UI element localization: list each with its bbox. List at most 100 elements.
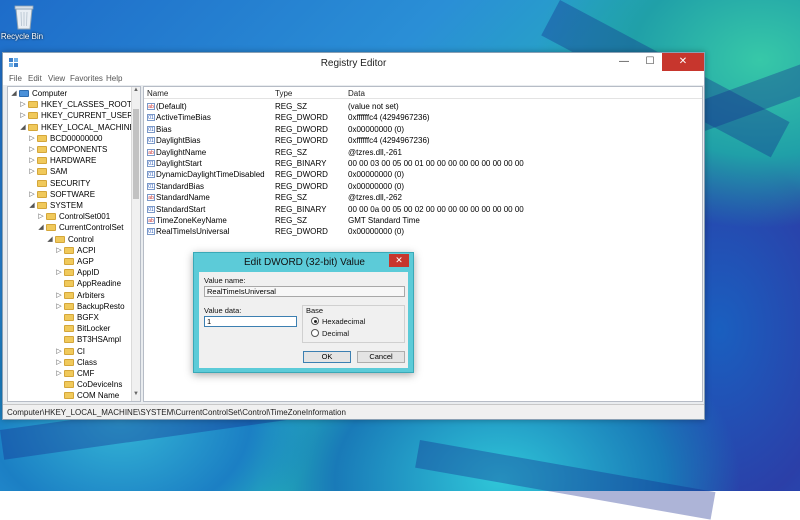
scroll-up-icon[interactable]: ▲ [132, 87, 140, 95]
tree-item[interactable]: ▷ AppID [8, 267, 132, 278]
minimize-button[interactable]: — [611, 53, 637, 71]
expand-arrow-icon[interactable]: ◢ [37, 222, 45, 233]
value-row[interactable]: ab DaylightName REG_SZ @tzres.dll,-261 [144, 147, 702, 158]
tree-item[interactable]: ▷ COMPONENTS [8, 144, 132, 155]
value-row[interactable]: 01 Bias REG_DWORD 0x00000000 (0) [144, 124, 702, 135]
expand-arrow-icon[interactable]: ◢ [28, 200, 36, 211]
tree-item-label: AGP [77, 257, 94, 266]
tree-item[interactable]: ▷ HKEY_CURRENT_USER [8, 110, 134, 121]
expand-arrow-icon[interactable]: ▷ [19, 110, 27, 121]
tree-item[interactable]: BT3HSAmpl [8, 334, 132, 345]
expand-arrow-icon[interactable]: ▷ [28, 189, 36, 200]
close-button[interactable]: ✕ [662, 53, 704, 71]
column-header-data[interactable]: Data [348, 89, 365, 98]
value-name: DynamicDaylightTimeDisabled [156, 170, 265, 180]
menu-help[interactable]: Help [106, 74, 122, 83]
tree-item[interactable]: ▷ SAM [8, 166, 132, 177]
expand-arrow-icon[interactable]: ▷ [55, 357, 63, 368]
expand-arrow-icon[interactable]: ◢ [10, 88, 18, 99]
value-row[interactable]: 01 DaylightBias REG_DWORD 0xffffffc4 (42949… [144, 135, 702, 146]
tree-item[interactable]: AGP [8, 256, 132, 267]
expand-arrow-icon[interactable]: ▷ [28, 133, 36, 144]
computer-icon [19, 90, 29, 97]
tree-item[interactable]: ▷ ACPI [8, 245, 132, 256]
column-header-type[interactable]: Type [275, 89, 292, 98]
tree-item[interactable]: ▷ CI [8, 346, 132, 357]
maximize-button[interactable]: ☐ [637, 53, 663, 71]
menu-favorites[interactable]: Favorites [70, 74, 103, 83]
dialog-close-button[interactable]: ✕ [389, 254, 409, 267]
tree-item[interactable]: ◢ CurrentControlSet [8, 222, 132, 233]
expand-arrow-icon[interactable]: ▷ [28, 144, 36, 155]
value-row[interactable]: ab TimeZoneKeyName REG_SZ GMT Standard Time [144, 215, 702, 226]
base-label: Base [306, 306, 324, 315]
hexadecimal-label[interactable]: Hexadecimal [322, 317, 365, 326]
value-row[interactable]: 01 RealTimeIsUniversal REG_DWORD 0x00000000… [144, 226, 702, 237]
tree-item[interactable]: ▷ Arbiters [8, 290, 132, 301]
value-name-field[interactable]: RealTimeIsUniversal [204, 286, 405, 297]
menu-file[interactable]: File [9, 74, 22, 83]
expand-arrow-icon[interactable]: ▷ [28, 166, 36, 177]
tree-item[interactable]: ▷ BackupResto [8, 301, 132, 312]
expand-arrow-icon[interactable]: ▷ [55, 368, 63, 379]
scroll-down-icon[interactable]: ▼ [132, 391, 140, 399]
menu-edit[interactable]: Edit [28, 74, 42, 83]
tree-item[interactable]: ◢ Control [8, 234, 132, 245]
expand-arrow-icon[interactable]: ◢ [19, 122, 27, 133]
tree-item[interactable]: ▷ HARDWARE [8, 155, 132, 166]
binary-value-icon: 01 [147, 137, 155, 145]
tree-item[interactable]: ◢ Computer [8, 88, 132, 99]
expand-arrow-icon[interactable]: ▷ [55, 290, 63, 301]
value-row[interactable]: ab (Default) REG_SZ (value not set) [144, 101, 702, 112]
tree-item-label: HKEY_CURRENT_USER [41, 111, 134, 121]
value-row[interactable]: 01 DynamicDaylightTimeDisabled REG_DWORD 0x… [144, 169, 702, 180]
tree-item[interactable]: ▷ ControlSet001 [8, 211, 132, 222]
expand-arrow-icon[interactable]: ◢ [46, 234, 54, 245]
value-row[interactable]: ab StandardName REG_SZ @tzres.dll,-262 [144, 192, 702, 203]
tree-item-label: ACPI [77, 245, 96, 255]
tree-item[interactable]: AppReadine [8, 278, 132, 289]
expand-arrow-icon[interactable]: ▷ [55, 267, 63, 278]
column-header-name[interactable]: Name [147, 89, 168, 98]
tree-item[interactable]: ▷ CMF [8, 368, 132, 379]
tree-item-label: SAM [50, 167, 68, 177]
tree-item[interactable]: ◢ HKEY_LOCAL_MACHINE [8, 122, 135, 133]
expand-arrow-icon[interactable]: ▷ [55, 245, 63, 256]
expand-arrow-icon[interactable]: ▷ [19, 99, 27, 110]
tree-item[interactable]: SECURITY [8, 178, 132, 189]
title-bar[interactable]: Registry Editor — ☐ ✕ [3, 53, 704, 73]
tree-item[interactable]: ▷ Class [8, 357, 132, 368]
tree-item[interactable]: ▷ SOFTWARE [8, 189, 132, 200]
tree-item[interactable]: ◢ SYSTEM [8, 200, 132, 211]
value-data-input[interactable]: 1 [204, 316, 297, 327]
expand-arrow-icon[interactable]: ▷ [55, 346, 63, 357]
value-type: REG_SZ [275, 193, 308, 203]
tree-item[interactable]: ▷ BCD00000000 [8, 133, 132, 144]
tree-scrollbar[interactable]: ▲ ▼ [131, 87, 140, 401]
tree-item[interactable]: ▷ HKEY_CLASSES_ROOT [8, 99, 132, 110]
decimal-radio[interactable] [311, 329, 319, 337]
value-name: StandardBias [156, 181, 205, 191]
tree-item[interactable]: BGFX [8, 312, 132, 323]
expand-arrow-icon[interactable]: ▷ [37, 211, 45, 222]
tree-item-label: ControlSet001 [59, 212, 111, 222]
folder-icon [64, 302, 74, 310]
ok-button[interactable]: OK [303, 351, 351, 363]
cancel-button[interactable]: Cancel [357, 351, 405, 363]
decimal-label[interactable]: Decimal [322, 329, 349, 338]
tree-item[interactable]: COM Name [8, 390, 132, 401]
tree-item[interactable]: CoDeviceIns [8, 379, 132, 390]
tree-item[interactable]: BitLocker [8, 323, 132, 334]
value-row[interactable]: 01 DaylightStart REG_BINARY 00 00 03 00 05 … [144, 158, 702, 169]
scroll-thumb[interactable] [133, 109, 139, 199]
hexadecimal-radio[interactable] [311, 317, 319, 325]
value-row[interactable]: 01 ActiveTimeBias REG_DWORD 0xffffffc4 (429… [144, 112, 702, 123]
expand-arrow-icon[interactable]: ▷ [55, 301, 63, 312]
menu-view[interactable]: View [48, 74, 65, 83]
folder-icon [37, 146, 47, 153]
expand-arrow-icon[interactable]: ▷ [28, 155, 36, 166]
value-row[interactable]: 01 StandardStart REG_BINARY 00 00 0a 00 05 … [144, 204, 702, 215]
value-row[interactable]: 01 StandardBias REG_DWORD 0x00000000 (0) [144, 181, 702, 192]
recycle-bin[interactable]: Recycle Bin [1, 4, 44, 41]
folder-icon [64, 381, 74, 389]
